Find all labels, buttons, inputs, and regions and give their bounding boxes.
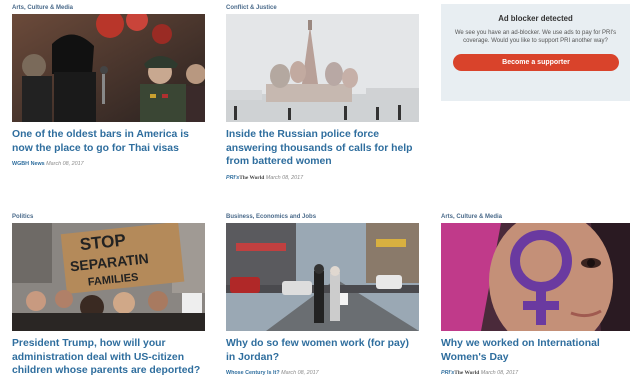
story-date: March 08, 2017: [480, 370, 519, 376]
ad-blocker-heading: Ad blocker detected: [498, 14, 573, 23]
ad-blocker-notice: Ad blocker detected We see you have an a…: [441, 4, 630, 101]
story-meta: WGBH News March 08, 2017: [12, 160, 205, 168]
story-card: Business, Economics and Jobs Why do so f…: [226, 213, 419, 377]
ad-blocker-message: We see you have an ad-blocker. We use ad…: [454, 30, 617, 45]
story-meta: PRI'sThe World March 08, 2017: [441, 369, 630, 377]
story-image[interactable]: [226, 223, 419, 331]
story-image[interactable]: [226, 14, 419, 122]
story-title[interactable]: One of the oldest bars in America is now…: [12, 128, 205, 155]
story-date: March 08, 2017: [281, 370, 319, 376]
story-date: March 08, 2017: [265, 174, 304, 181]
story-category[interactable]: Business, Economics and Jobs: [226, 213, 419, 223]
story-title[interactable]: Inside the Russian police force answerin…: [226, 128, 419, 169]
story-category[interactable]: Arts, Culture & Media: [441, 213, 630, 223]
story-title[interactable]: Why do so few women work (for pay) in Jo…: [226, 337, 419, 364]
story-category[interactable]: Conflict & Justice: [226, 4, 419, 14]
story-title[interactable]: President Trump, how will your administr…: [12, 337, 205, 378]
story-image[interactable]: [12, 14, 205, 122]
story-category[interactable]: Arts, Culture & Media: [12, 4, 205, 14]
pri-the-world-logo[interactable]: PRI'sThe World: [441, 370, 479, 376]
story-date: March 08, 2017: [46, 161, 84, 167]
pri-the-world-logo[interactable]: PRI'sThe World: [226, 175, 264, 181]
story-title[interactable]: Why we worked on International Women's D…: [441, 337, 630, 364]
story-image[interactable]: [441, 223, 630, 331]
become-supporter-button[interactable]: Become a supporter: [453, 53, 619, 71]
story-meta: Whose Century Is It? March 08, 2017: [226, 369, 419, 377]
story-card: Arts, Culture & Media Why we worked on I…: [441, 213, 630, 377]
story-meta: PRI'sThe World March 08, 2017: [226, 174, 419, 182]
story-card: Conflict & Justice Inside the Russian po…: [226, 4, 419, 182]
story-source[interactable]: Whose Century Is It?: [226, 370, 280, 376]
story-card: Politics STOP SEPARATIN FAMILIES Preside…: [12, 213, 205, 378]
story-card: Arts, Culture & Media One of the oldest …: [12, 4, 205, 168]
story-source[interactable]: WGBH News: [12, 161, 45, 167]
story-image[interactable]: STOP SEPARATIN FAMILIES: [12, 223, 205, 331]
story-category[interactable]: Politics: [12, 213, 205, 223]
